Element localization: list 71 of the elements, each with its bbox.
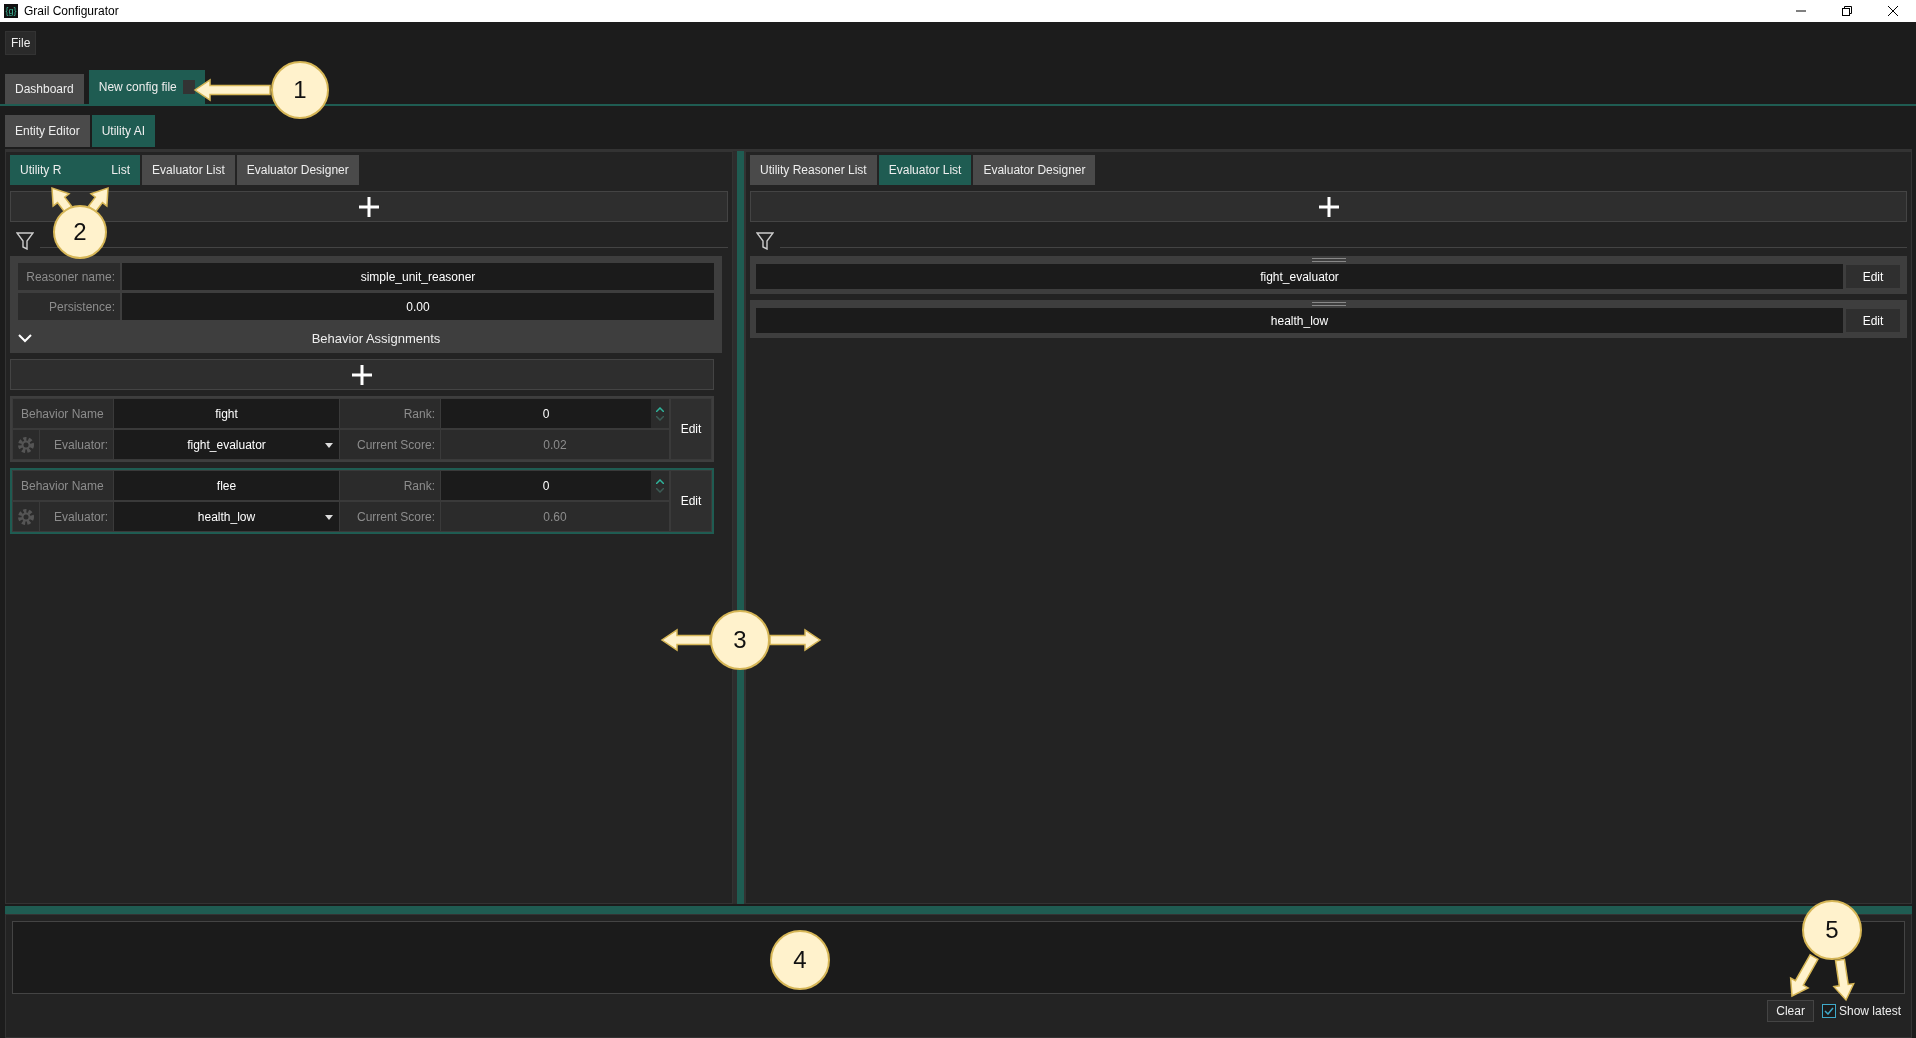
text-field[interactable]: flee (114, 471, 339, 500)
editor-tab[interactable]: Entity Editor (5, 115, 90, 147)
callout-arrow (1789, 953, 1819, 998)
edit-button[interactable]: Edit (671, 399, 711, 459)
gear-icon (16, 434, 36, 455)
score-field: 0.60 (441, 502, 669, 531)
callout-arrow (1832, 958, 1855, 1002)
drag-handle-icon[interactable] (1311, 302, 1346, 306)
restore-icon[interactable] (1841, 5, 1853, 17)
field-label: Evaluator: (40, 502, 113, 531)
number-field[interactable]: 0 (441, 399, 651, 428)
panel-splitter[interactable] (5, 906, 1912, 914)
field-label: Rank: (340, 471, 440, 500)
panel-tab[interactable]: Evaluator Designer (236, 155, 359, 185)
menu-item[interactable]: File (5, 31, 37, 55)
field-label: Behavior Name (13, 399, 113, 428)
plus-icon (1317, 195, 1340, 218)
clear-button[interactable]: Clear (1767, 1000, 1814, 1022)
panel-tab[interactable]: Evaluator List (878, 155, 972, 185)
panel-tab[interactable]: Utility R List (10, 155, 141, 185)
text-field[interactable]: fight_evaluator (756, 264, 1843, 289)
gear-icon (16, 506, 36, 527)
edit-button[interactable]: Edit (1846, 265, 1900, 288)
callout-marker: 1 (271, 61, 329, 119)
field-label: Evaluator: (40, 430, 113, 459)
evaluator-dropdown[interactable]: fight_evaluator (114, 430, 339, 459)
panel-tab[interactable]: Utility Reasoner List (750, 155, 877, 185)
field-label: Behavior Name (13, 471, 113, 500)
field-label: Reasoner name: (18, 263, 120, 290)
app-icon: {g} (4, 4, 18, 18)
callout-arrow (51, 186, 73, 213)
filter-icon (16, 232, 34, 250)
window-title: Grail Configurator (24, 4, 120, 18)
text-field[interactable]: 0.00 (122, 293, 714, 320)
score-field: 0.02 (441, 430, 669, 459)
panel-tab[interactable]: Evaluator List (142, 155, 235, 185)
panel-tab[interactable]: Evaluator Designer (973, 155, 1096, 185)
edit-button[interactable]: Edit (1846, 309, 1900, 332)
text-field[interactable]: simple_unit_reasoner (122, 263, 714, 290)
field-label: Current Score: (340, 430, 440, 459)
editor-tab[interactable]: Utility AI (91, 115, 156, 147)
document-tab[interactable]: New config file (88, 70, 205, 104)
field-label: Rank: (340, 399, 440, 428)
evaluator-dropdown[interactable]: health_low (114, 502, 339, 531)
field-label: Persistence: (18, 293, 120, 320)
behavior-row[interactable]: Behavior Name fight Rank: 0 Evaluator: fight_evaluator Current Score: 0.02 Edit (10, 396, 714, 462)
checkbox[interactable] (1821, 1004, 1836, 1018)
number-field[interactable]: 0 (441, 471, 651, 500)
add-button[interactable] (10, 191, 728, 222)
caret-icon (325, 515, 333, 520)
close-icon[interactable] (1887, 5, 1899, 17)
filter-icon (756, 232, 774, 250)
plus-icon (358, 195, 380, 218)
text-field[interactable]: health_low (756, 308, 1843, 333)
panel-splitter[interactable] (733, 151, 745, 904)
checkbox-label: Show latest (1838, 1004, 1901, 1018)
callout-arrow (769, 628, 822, 652)
edit-button[interactable]: Edit (671, 471, 711, 531)
behavior-row[interactable]: Behavior Name flee Rank: 0 Evaluator: health_low Current Score: 0.60 Edit (10, 468, 714, 534)
tab-label: Utility R (20, 163, 62, 177)
plus-icon (351, 363, 373, 386)
callout-arrow (660, 628, 711, 652)
tab-label: List (111, 163, 131, 177)
drag-handle-icon[interactable] (1311, 258, 1346, 262)
section-header[interactable]: Behavior Assignments (18, 323, 714, 353)
field-label: Current Score: (340, 502, 440, 531)
document-tab[interactable]: Dashboard (5, 74, 84, 104)
text-field[interactable]: fight (114, 399, 339, 428)
callout-arrow (87, 186, 109, 213)
chevron-icon (18, 333, 32, 343)
caret-icon (325, 443, 333, 448)
